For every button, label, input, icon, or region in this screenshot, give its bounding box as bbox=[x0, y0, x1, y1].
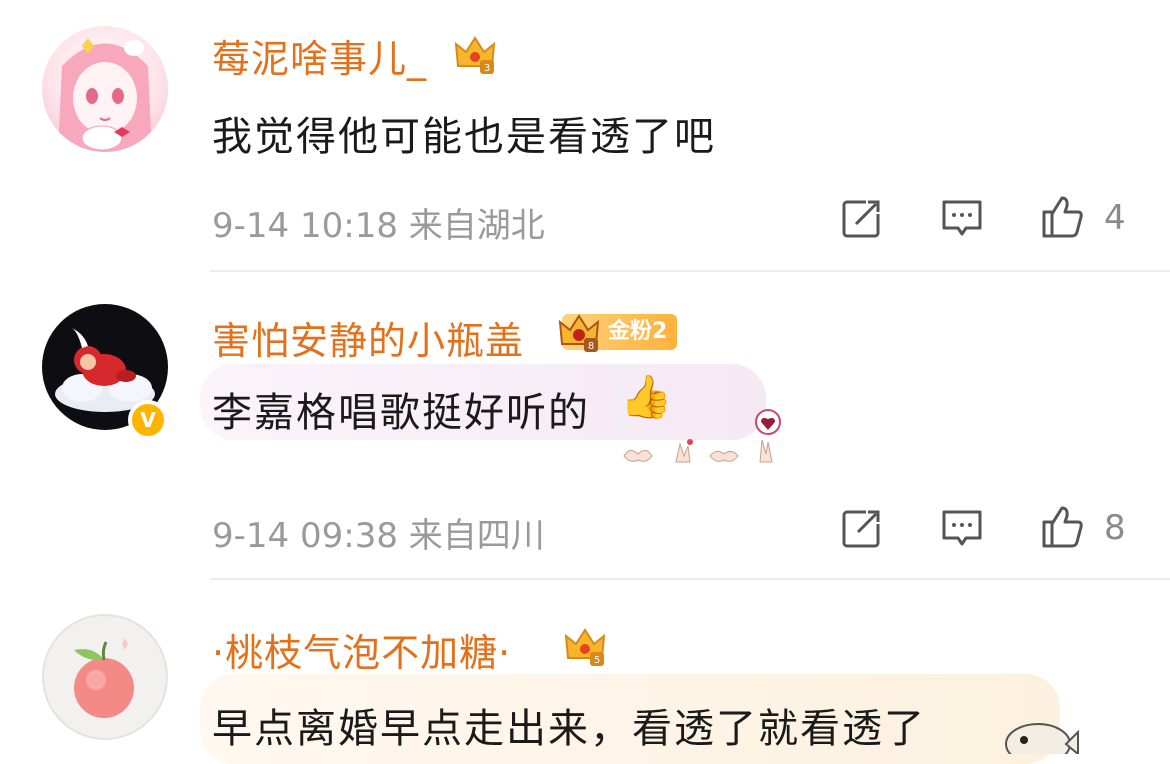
divider bbox=[210, 578, 1170, 580]
share-icon[interactable] bbox=[840, 196, 884, 240]
fan-badge-label: 金粉2 bbox=[608, 319, 668, 344]
share-icon[interactable] bbox=[840, 506, 884, 550]
bubble-decoration-fish-icon bbox=[1005, 723, 1079, 754]
comment-meta: 9-14 10:18 来自湖北 bbox=[212, 206, 545, 246]
comment-item: 莓泥啥事儿_ 3 我觉得他可能也是看透了吧 9-14 10:18 来自湖北 4 bbox=[0, 0, 1170, 272]
anime-girl-avatar-image bbox=[58, 38, 152, 152]
username[interactable]: 害怕安静的小瓶盖 bbox=[212, 310, 524, 365]
crown-icon: 8 bbox=[558, 314, 600, 352]
crown-icon: 5 bbox=[564, 628, 606, 666]
comment-text: 李嘉格唱歌挺好听的 bbox=[212, 390, 590, 436]
level-number: 3 bbox=[484, 63, 490, 74]
comment-item: V 害怕安静的小瓶盖 金粉2 8 李嘉格唱歌挺好听的 👍 9-14 09:38 … bbox=[0, 272, 1170, 582]
like-count: 4 bbox=[1104, 198, 1126, 238]
thumbs-up-icon[interactable] bbox=[1040, 504, 1084, 548]
comment-meta: 9-14 09:38 来自四川 bbox=[212, 516, 545, 556]
verified-badge: V bbox=[128, 400, 168, 440]
comment-item: ·桃枝气泡不加糖· 5 早点离婚早点走出来，看透了就看透了 bbox=[0, 582, 1170, 764]
bubble-decoration-heart-hands-icon bbox=[623, 409, 781, 463]
level-number: 8 bbox=[588, 341, 594, 352]
avatar[interactable] bbox=[42, 26, 168, 152]
comment-text: 我觉得他可能也是看透了吧 bbox=[212, 114, 716, 160]
level-number: 5 bbox=[594, 655, 600, 666]
comment-icon[interactable] bbox=[940, 196, 984, 240]
peach-avatar-image bbox=[74, 638, 134, 718]
avatar[interactable] bbox=[42, 614, 168, 740]
username[interactable]: 莓泥啥事儿_ bbox=[212, 28, 427, 83]
like-count: 8 bbox=[1104, 508, 1126, 548]
username[interactable]: ·桃枝气泡不加糖· bbox=[212, 622, 511, 677]
comment-text: 早点离婚早点走出来，看透了就看透了 bbox=[212, 706, 926, 752]
crown-icon: 3 bbox=[454, 36, 496, 74]
comment-icon[interactable] bbox=[940, 506, 984, 550]
thumbs-up-icon[interactable] bbox=[1040, 194, 1084, 238]
